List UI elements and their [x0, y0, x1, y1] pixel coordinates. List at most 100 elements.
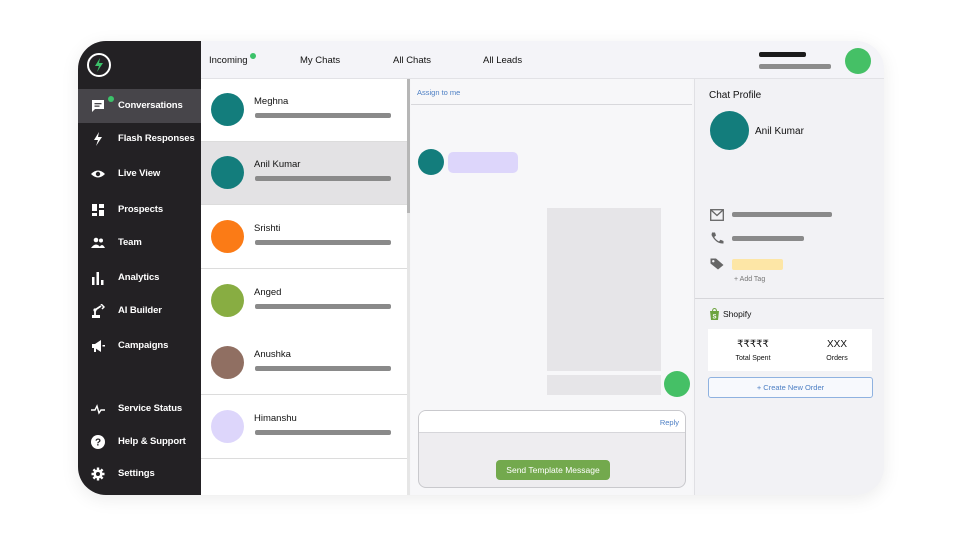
profile-name: Anil Kumar: [755, 126, 804, 137]
message-composer[interactable]: Reply Send Template Message: [418, 410, 686, 488]
sidebar-item-analytics[interactable]: Analytics: [78, 261, 201, 295]
avatar: [211, 346, 244, 379]
total-spent-value: ₹₹₹₹₹: [737, 339, 769, 350]
chat-list: Meghna Anil Kumar Srishti Anged Anushka …: [201, 79, 410, 495]
sidebar-item-live-view[interactable]: Live View: [78, 157, 201, 191]
conversation-panel: Assign to me Reply Send Template Message: [411, 79, 692, 495]
shopify-label: Shopify: [723, 309, 752, 319]
chat-list-item[interactable]: Anged: [201, 270, 407, 333]
contact-name: Anushka: [254, 349, 291, 360]
pulse-icon: [91, 404, 105, 415]
message-preview-placeholder: [255, 240, 391, 245]
sidebar-item-label: AI Builder: [118, 305, 162, 316]
sidebar-item-label: Team: [118, 237, 142, 248]
eye-icon: [91, 170, 105, 178]
user-role-placeholder: [759, 64, 831, 69]
tag-icon: [710, 258, 724, 270]
chat-icon: [92, 100, 104, 112]
contact-name: Anil Kumar: [254, 159, 301, 170]
assign-bar: Assign to me: [411, 79, 692, 105]
svg-text:S: S: [712, 315, 716, 321]
incoming-message-bubble: [448, 152, 518, 173]
avatar: [211, 284, 244, 317]
sidebar-item-team[interactable]: Team: [78, 226, 201, 260]
logo-icon[interactable]: [87, 53, 111, 77]
sidebar-item-label: Analytics: [118, 272, 160, 283]
sidebar-item-conversations[interactable]: Conversations: [78, 89, 201, 123]
online-dot: [249, 53, 256, 59]
svg-text:?: ?: [95, 438, 101, 449]
tab-all-leads[interactable]: All Leads: [483, 55, 522, 66]
outgoing-message-bubble: [547, 375, 661, 395]
agent-avatar: [664, 371, 690, 397]
email-placeholder: [732, 212, 832, 217]
sidebar-item-settings[interactable]: Settings: [78, 457, 201, 491]
chat-list-item[interactable]: Meghna: [201, 79, 407, 142]
panel-title: Chat Profile: [709, 90, 762, 101]
outgoing-image-message[interactable]: [547, 208, 661, 371]
chat-list-item[interactable]: Anushka: [201, 332, 407, 395]
app-window: Conversations Flash Responses Live View …: [78, 41, 884, 495]
sidebar-item-help-support[interactable]: ? Help & Support: [78, 425, 201, 459]
reply-tab[interactable]: Reply: [660, 418, 679, 427]
sidebar-item-flash-responses[interactable]: Flash Responses: [78, 122, 201, 156]
divider: [695, 298, 884, 299]
tag-chip[interactable]: [732, 259, 783, 270]
sidebar-item-label: Campaigns: [118, 340, 169, 351]
sidebar-item-label: Service Status: [118, 403, 183, 414]
megaphone-icon: [92, 340, 105, 352]
phone-icon: [711, 232, 724, 244]
avatar: [211, 93, 244, 126]
contact-name: Meghna: [254, 96, 289, 107]
message-preview-placeholder: [255, 366, 391, 371]
message-preview-placeholder: [255, 304, 391, 309]
sidebar-item-label: Conversations: [118, 100, 183, 111]
contact-name: Himanshu: [254, 413, 297, 424]
chat-list-item[interactable]: Himanshu: [201, 396, 407, 459]
dashboard-icon: [92, 204, 104, 216]
total-spent-label: Total Spent: [735, 355, 771, 362]
sidebar-item-label: Help & Support: [118, 436, 186, 447]
sidebar-item-campaigns[interactable]: Campaigns: [78, 329, 201, 363]
orders-value: XXX: [826, 339, 847, 350]
scrollbar-thumb[interactable]: [407, 79, 410, 213]
tab-label: All Chats: [393, 55, 432, 66]
add-tag-link[interactable]: + Add Tag: [734, 276, 765, 283]
bar-chart-icon: [92, 272, 104, 285]
sidebar-item-label: Settings: [118, 468, 155, 479]
tab-incoming[interactable]: Incoming: [209, 53, 256, 66]
sidebar-item-label: Flash Responses: [118, 133, 195, 144]
top-bar: Incoming My Chats All Chats All Leads: [201, 41, 884, 79]
user-name-placeholder: [759, 52, 806, 57]
sidebar-item-service-status[interactable]: Service Status: [78, 392, 201, 426]
phone-placeholder: [732, 236, 804, 241]
contact-name: Srishti: [254, 223, 281, 234]
chat-list-item[interactable]: Srishti: [201, 206, 407, 269]
chat-list-item[interactable]: Anil Kumar: [201, 142, 407, 205]
tab-my-chats[interactable]: My Chats: [300, 55, 340, 66]
mail-icon: [710, 209, 724, 221]
assign-to-me-link[interactable]: Assign to me: [417, 88, 460, 97]
sidebar-item-prospects[interactable]: Prospects: [78, 193, 201, 227]
team-icon: [91, 237, 105, 248]
help-icon: ?: [91, 435, 105, 449]
shopify-stats-card: ₹₹₹₹₹ Total Spent XXX Orders: [708, 329, 872, 371]
tab-label: All Leads: [483, 55, 523, 66]
avatar: [211, 410, 244, 443]
composer-tab-bar: Reply: [419, 411, 685, 433]
tab-label: Incoming: [209, 55, 248, 66]
contact-name: Anged: [254, 287, 282, 298]
sidebar: Conversations Flash Responses Live View …: [78, 41, 201, 495]
message-preview-placeholder: [255, 430, 391, 435]
message-preview-placeholder: [255, 113, 391, 118]
user-avatar[interactable]: [845, 48, 871, 74]
profile-avatar: [710, 111, 749, 150]
shopify-icon: S: [710, 308, 719, 321]
send-template-message-button[interactable]: Send Template Message: [496, 460, 610, 480]
sidebar-item-ai-builder[interactable]: AI Builder: [78, 294, 201, 328]
gear-icon: [91, 467, 105, 481]
sidebar-item-label: Prospects: [118, 204, 164, 215]
tab-all-chats[interactable]: All Chats: [393, 55, 431, 66]
create-new-order-button[interactable]: + Create New Order: [708, 377, 873, 398]
chat-profile-panel: Chat Profile Anil Kumar + Add Tag S Shop…: [694, 79, 884, 495]
